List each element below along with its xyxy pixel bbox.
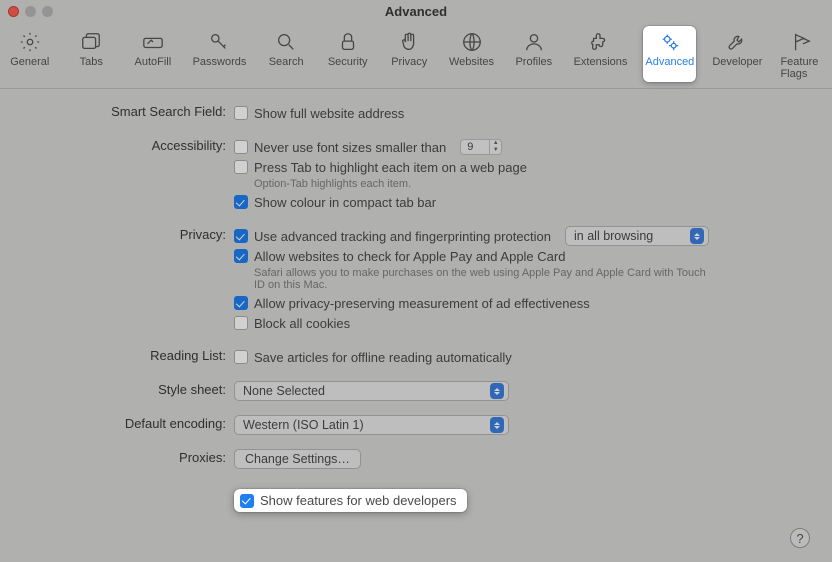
offline-reading-checkbox[interactable] <box>234 350 248 364</box>
tabs-icon <box>78 30 104 54</box>
window-title: Advanced <box>0 4 832 19</box>
ad-measure-label: Allow privacy-preserving measurement of … <box>254 296 590 311</box>
dev-features-row: Show features for web developers <box>234 489 467 512</box>
chevron-updown-icon <box>690 228 704 244</box>
globe-icon <box>459 30 485 54</box>
tab-security[interactable]: Security <box>324 26 372 82</box>
block-cookies-checkbox[interactable] <box>234 316 248 330</box>
flags-icon <box>789 30 815 54</box>
tracking-scope-select[interactable]: in all browsing <box>565 226 709 246</box>
show-full-address-label: Show full website address <box>254 106 404 121</box>
default-encoding-select[interactable]: Western (ISO Latin 1) <box>234 415 509 435</box>
default-encoding-label: Default encoding: <box>40 415 234 431</box>
chevron-updown-icon <box>490 417 504 433</box>
tab-passwords[interactable]: Passwords <box>191 26 249 82</box>
gears-icon <box>657 30 683 54</box>
smart-search-label: Smart Search Field: <box>40 103 234 119</box>
compact-color-label: Show colour in compact tab bar <box>254 195 436 210</box>
tracking-label: Use advanced tracking and fingerprinting… <box>254 229 551 244</box>
tab-developer[interactable]: Developer <box>710 26 764 82</box>
tab-highlight-hint: Option-Tab highlights each item. <box>254 178 792 190</box>
puzzle-icon <box>587 30 613 54</box>
dev-features-checkbox[interactable] <box>240 494 254 508</box>
proxies-label: Proxies: <box>40 449 234 465</box>
tab-websites[interactable]: Websites <box>447 26 496 82</box>
reading-list-label: Reading List: <box>40 347 234 363</box>
min-font-label: Never use font sizes smaller than <box>254 140 446 155</box>
change-proxy-button[interactable]: Change Settings… <box>234 449 361 469</box>
dev-features-label: Show features for web developers <box>260 493 457 508</box>
search-icon <box>273 30 299 54</box>
tracking-checkbox[interactable] <box>234 229 248 243</box>
privacy-label: Privacy: <box>40 226 234 242</box>
style-sheet-label: Style sheet: <box>40 381 234 397</box>
tab-profiles[interactable]: Profiles <box>510 26 558 82</box>
tab-general[interactable]: General <box>6 26 54 82</box>
wrench-icon <box>724 30 750 54</box>
min-font-checkbox[interactable] <box>234 140 248 154</box>
settings-content: Smart Search Field: Show full website ad… <box>0 89 832 526</box>
preferences-toolbar: General Tabs AutoFill Passwords Search S… <box>0 22 832 89</box>
key-icon <box>206 30 232 54</box>
applepay-hint: Safari allows you to make purchases on t… <box>254 267 714 291</box>
ad-measure-checkbox[interactable] <box>234 296 248 310</box>
hand-icon <box>396 30 422 54</box>
tab-autofill[interactable]: AutoFill <box>129 26 177 82</box>
pencil-field-icon <box>140 30 166 54</box>
tab-extensions[interactable]: Extensions <box>572 26 630 82</box>
lock-icon <box>335 30 361 54</box>
tab-highlight-checkbox[interactable] <box>234 160 248 174</box>
tab-tabs[interactable]: Tabs <box>68 26 116 82</box>
tab-advanced[interactable]: Advanced <box>643 26 696 82</box>
person-icon <box>521 30 547 54</box>
tab-search[interactable]: Search <box>262 26 310 82</box>
chevron-updown-icon <box>490 383 504 399</box>
show-full-address-checkbox[interactable] <box>234 106 248 120</box>
min-font-stepper[interactable]: 9 ▲▼ <box>460 139 502 155</box>
tab-privacy[interactable]: Privacy <box>385 26 433 82</box>
accessibility-label: Accessibility: <box>40 137 234 153</box>
tab-feature-flags[interactable]: Feature Flags <box>778 26 826 82</box>
style-sheet-select[interactable]: None Selected <box>234 381 509 401</box>
help-button[interactable]: ? <box>790 528 810 548</box>
offline-reading-label: Save articles for offline reading automa… <box>254 350 512 365</box>
block-cookies-label: Block all cookies <box>254 316 350 331</box>
gear-icon <box>17 30 43 54</box>
tab-highlight-label: Press Tab to highlight each item on a we… <box>254 160 527 175</box>
titlebar: Advanced <box>0 0 832 22</box>
applepay-checkbox[interactable] <box>234 249 248 263</box>
applepay-label: Allow websites to check for Apple Pay an… <box>254 249 565 264</box>
compact-color-checkbox[interactable] <box>234 195 248 209</box>
